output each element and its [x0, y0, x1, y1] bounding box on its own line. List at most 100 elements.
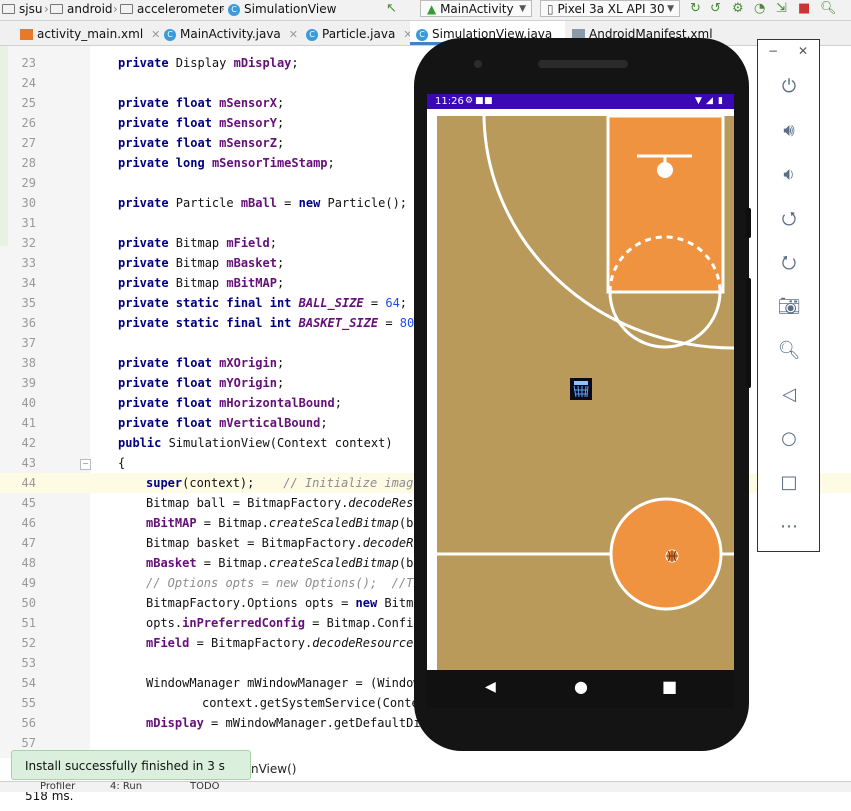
code-text: Bitmap ball = BitmapFactory.decodeReso [146, 496, 421, 510]
sideline [434, 116, 437, 670]
line-number: 46 [21, 516, 36, 530]
line-number: 48 [21, 556, 36, 570]
line-number: 27 [21, 136, 36, 150]
make-project-icon[interactable]: ↖ [386, 0, 397, 18]
screenshot-icon[interactable]: 📷︎ [776, 294, 802, 320]
tab-activity-main[interactable]: activity_main.xml ✕ [20, 21, 160, 45]
tab-main-activity[interactable]: C MainActivity.java ✕ [164, 21, 298, 45]
volume-down-icon[interactable]: 🔉︎ [776, 162, 802, 188]
code-text: private float mYOrigin; [118, 376, 285, 390]
line-number: 55 [21, 696, 36, 710]
power-key [746, 208, 751, 238]
android-icon: ▲ [427, 2, 437, 16]
stop-icon[interactable]: ■ [798, 0, 810, 18]
zoom-icon[interactable]: 🔍︎ [776, 338, 802, 364]
rim [657, 162, 673, 178]
code-text: BitmapFactory.Options opts = new Bitma [146, 596, 421, 610]
folder-icon [120, 3, 133, 14]
class-icon: C [306, 28, 318, 41]
code-text: private static final int BASKET_SIZE = 8… [118, 316, 421, 330]
debug-icon[interactable]: ⚙ [732, 0, 744, 18]
code-text: mDisplay = mWindowManager.getDefaultDi [146, 716, 421, 730]
volume-up-icon[interactable]: 🔊︎ [776, 118, 802, 144]
profile-icon[interactable]: ◔ [754, 0, 765, 18]
fold-icon[interactable]: − [80, 459, 91, 470]
home-icon[interactable]: ● [574, 677, 588, 696]
basketball-court [434, 116, 734, 670]
line-number: 26 [21, 116, 36, 130]
line-number: 43 [21, 456, 36, 470]
code-text: super(context); // Initialize image [146, 476, 421, 490]
search-icon[interactable]: 🔍︎ [820, 0, 837, 18]
breadcrumb-module[interactable]: android [50, 0, 113, 18]
class-icon: C [228, 3, 240, 16]
line-number: 33 [21, 256, 36, 270]
close-icon[interactable]: ✕ [151, 28, 160, 41]
rotate-right-icon[interactable]: ⭮ [776, 250, 802, 276]
editor-tabs: activity_main.xml ✕ C MainActivity.java ✕ C… [0, 21, 851, 46]
device-select[interactable]: ▯ Pixel 3a XL API 30 ▼ [540, 0, 680, 17]
code-text: private float mHorizontalBound; [118, 396, 342, 410]
line-number: 35 [21, 296, 36, 310]
breadcrumb-separator: › [44, 2, 49, 16]
more-icon[interactable]: ⋯ [776, 514, 802, 540]
line-number: 38 [21, 356, 36, 370]
code-text: private float mSensorY; [118, 116, 285, 130]
sd-card-icon: ■ [484, 96, 493, 106]
minimize-icon[interactable]: − [768, 44, 778, 58]
line-number: 34 [21, 276, 36, 290]
paint-area [606, 116, 725, 294]
phone-nav-bar: ◀ ● ■ [427, 670, 734, 708]
breadcrumb-class[interactable]: C SimulationView [228, 0, 336, 18]
attach-debugger-icon[interactable]: ⇲ [776, 0, 787, 18]
code-text: private float mSensorZ; [118, 136, 285, 150]
basketball-sprite [665, 549, 679, 563]
line-number: 49 [21, 576, 36, 590]
breadcrumb-method[interactable]: nView() [251, 760, 296, 778]
home-icon[interactable]: ○ [776, 426, 802, 452]
phone-screen[interactable]: 11:26 ⚙︎ ■ ■ ▼ ◢ ▮ [427, 94, 734, 670]
line-number: 28 [21, 156, 36, 170]
code-text: private Bitmap mField; [118, 236, 277, 250]
basket-sprite [570, 378, 592, 400]
status-bar: 11:26 ⚙︎ ■ ■ ▼ ◢ ▮ [427, 94, 734, 109]
tab-particle[interactable]: C Particle.java ✕ [306, 21, 413, 45]
status-time: 11:26 [435, 96, 464, 107]
close-icon[interactable]: ✕ [289, 28, 298, 41]
rotate-left-icon[interactable]: ⭯ [776, 206, 802, 232]
run-config-select[interactable]: ▲ MainActivity ▼ [420, 0, 532, 17]
apply-code-changes-icon[interactable]: ↺ [710, 0, 721, 18]
apply-changes-icon[interactable]: ↻ [690, 0, 701, 18]
code-text: { [118, 456, 126, 470]
line-number: 51 [21, 616, 36, 630]
breadcrumb-project[interactable]: sjsu [2, 0, 42, 18]
line-number: 39 [21, 376, 36, 390]
folder-icon [50, 3, 63, 14]
volume-key [746, 278, 751, 388]
emulator-toolbar: − ✕ ⏻ 🔊︎ 🔉︎ ⭯ ⭮ 📷︎ 🔍︎ ◁ ○ □ ⋯ [757, 39, 820, 552]
close-icon[interactable]: ✕ [798, 44, 808, 58]
line-number: 40 [21, 396, 36, 410]
class-icon: C [416, 28, 428, 41]
code-text: private static final int BALL_SIZE = 64; [118, 296, 408, 310]
folder-icon [2, 3, 15, 14]
breadcrumb-package[interactable]: accelerometer [120, 0, 224, 18]
tool-window-bar: Profiler 4: Run TODO [0, 781, 851, 792]
line-number: 42 [21, 436, 36, 450]
overview-icon[interactable]: □ [776, 470, 802, 496]
settings-icon: ⚙︎ [465, 96, 474, 106]
code-text: private Display mDisplay; [118, 56, 299, 70]
breadcrumb-separator: › [113, 2, 118, 16]
code-text: private Bitmap mBasket; [118, 256, 285, 270]
back-icon[interactable]: ◀ [485, 679, 496, 695]
line-number: 25 [21, 96, 36, 110]
code-text: context.getSystemService(Conte [202, 696, 419, 710]
back-icon[interactable]: ◁ [776, 382, 802, 408]
line-number: 52 [21, 636, 36, 650]
line-number: 56 [21, 716, 36, 730]
camera-dot [474, 60, 482, 68]
overview-icon[interactable]: ■ [662, 677, 677, 696]
battery-icon: ▮ [718, 96, 723, 106]
install-toast[interactable]: Install successfully finished in 3 s 518… [11, 750, 251, 803]
power-icon[interactable]: ⏻ [776, 74, 802, 100]
